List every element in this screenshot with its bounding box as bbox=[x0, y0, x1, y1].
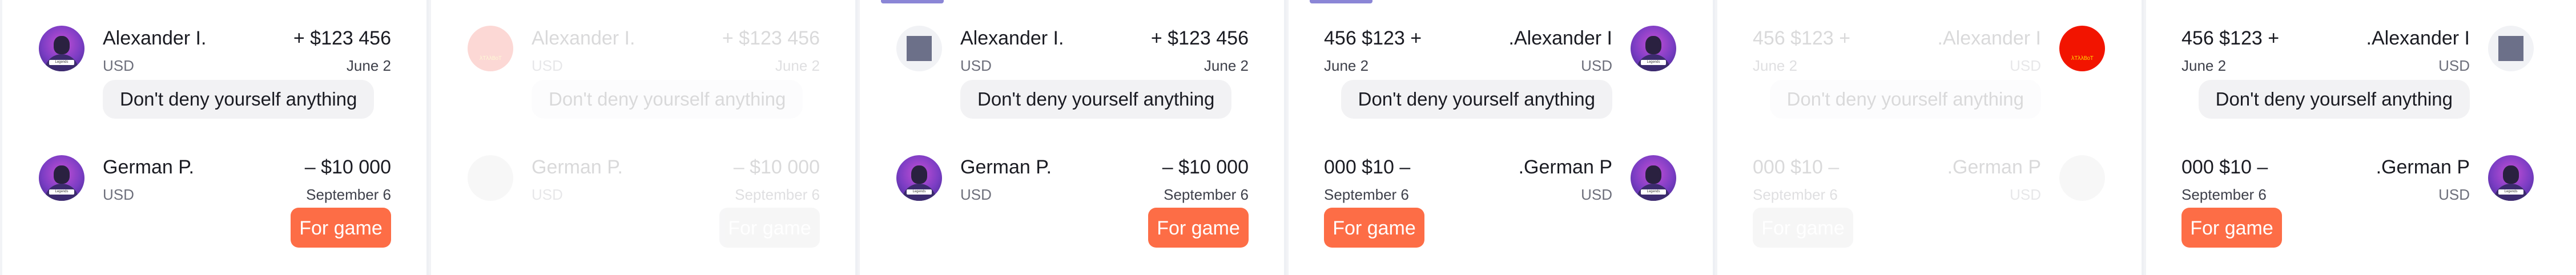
sender-name: .German P bbox=[1947, 156, 2041, 178]
amount: 456 $123 + bbox=[1324, 27, 1422, 49]
sender-name: Alexander I. bbox=[532, 27, 635, 49]
for-game-button[interactable]: For game bbox=[1324, 208, 1424, 248]
avatar-placeholder bbox=[468, 155, 513, 201]
amount: 000 $10 – bbox=[2181, 156, 2268, 178]
transaction-card-ltr-photo: Legends Alexander I. USD + $123 456 June… bbox=[0, 0, 426, 275]
amount: + $123 456 bbox=[722, 27, 820, 49]
date: September 6 bbox=[1324, 186, 1409, 203]
message-bubble: Don't deny yourself anything bbox=[960, 80, 1232, 119]
date: June 2 bbox=[775, 57, 820, 74]
date: June 2 bbox=[1753, 57, 1798, 74]
sender-name: .Alexander I bbox=[1937, 27, 2041, 49]
transaction-card-rtl-disabled: 456 $123 + June 2 .Alexander I USD Don't… bbox=[1715, 0, 2142, 275]
amount: + $123 456 bbox=[293, 27, 391, 49]
sender-name: German P. bbox=[960, 156, 1052, 178]
avatar: Legends bbox=[1631, 155, 1676, 201]
avatar: Legends bbox=[896, 155, 942, 201]
message-bubble: Don't deny yourself anything bbox=[1769, 80, 2041, 119]
sender-name: Alexander I. bbox=[960, 27, 1064, 49]
date: June 2 bbox=[1204, 57, 1249, 74]
currency-label: USD bbox=[532, 57, 563, 74]
sender-name: .Alexander I bbox=[1508, 27, 1612, 49]
date: June 2 bbox=[1324, 57, 1369, 74]
amount: – $10 000 bbox=[733, 156, 820, 178]
currency-label: USD bbox=[2010, 57, 2041, 74]
message-bubble: Don't deny yourself anything bbox=[2198, 80, 2470, 119]
currency-label: USD bbox=[2438, 57, 2470, 74]
for-game-button[interactable]: For game bbox=[719, 208, 820, 248]
for-game-button[interactable]: For game bbox=[1753, 208, 1853, 248]
currency-label: USD bbox=[103, 186, 134, 203]
amount: 456 $123 + bbox=[1753, 27, 1851, 49]
broken-image-avatar: λTλλBoT bbox=[2059, 26, 2105, 71]
date: September 6 bbox=[306, 186, 391, 203]
avatar: Legends bbox=[39, 155, 84, 201]
date: June 2 bbox=[2181, 57, 2227, 74]
for-game-button[interactable]: For game bbox=[2181, 208, 2282, 248]
transaction-card-rtl-placeholder: 456 $123 + June 2 .Alexander I USD Don't… bbox=[2144, 0, 2576, 275]
message-bubble: Don't deny yourself anything bbox=[103, 80, 375, 119]
preview-strip: Legends Alexander I. USD + $123 456 June… bbox=[0, 0, 2576, 275]
avatar: Legends bbox=[2488, 155, 2534, 201]
placeholder-avatar bbox=[2488, 26, 2534, 71]
amount: 456 $123 + bbox=[2181, 27, 2280, 49]
currency-label: USD bbox=[2438, 186, 2470, 203]
for-game-button[interactable]: For game bbox=[291, 208, 391, 248]
sender-name: Alexander I. bbox=[103, 27, 207, 49]
avatar: Legends bbox=[39, 26, 84, 71]
broken-image-avatar: λTλλBoT bbox=[468, 26, 513, 71]
amount: – $10 000 bbox=[304, 156, 391, 178]
transaction-card-ltr-placeholder: Alexander I. USD + $123 456 June 2 Don't… bbox=[858, 0, 1284, 275]
placeholder-avatar bbox=[896, 26, 942, 71]
sender-name: .German P bbox=[2376, 156, 2470, 178]
avatar: Legends bbox=[1631, 26, 1676, 71]
sender-name: German P. bbox=[103, 156, 195, 178]
date: September 6 bbox=[2181, 186, 2267, 203]
for-game-button[interactable]: For game bbox=[1148, 208, 1249, 248]
amount: + $123 456 bbox=[1150, 27, 1249, 49]
currency-label: USD bbox=[1581, 186, 1612, 203]
currency-label: USD bbox=[1581, 57, 1612, 74]
date: September 6 bbox=[1164, 186, 1249, 203]
date: September 6 bbox=[735, 186, 820, 203]
currency-label: USD bbox=[103, 57, 134, 74]
amount: – $10 000 bbox=[1162, 156, 1249, 178]
avatar-placeholder bbox=[2059, 155, 2105, 201]
date: September 6 bbox=[1753, 186, 1838, 203]
currency-label: USD bbox=[960, 186, 992, 203]
message-bubble: Don't deny yourself anything bbox=[532, 80, 803, 119]
message-bubble: Don't deny yourself anything bbox=[1341, 80, 1612, 119]
currency-label: USD bbox=[532, 186, 563, 203]
amount: 000 $10 – bbox=[1324, 156, 1411, 178]
transaction-card-ltr-disabled: λTλλBoT Alexander I. USD + $123 456 June… bbox=[429, 0, 855, 275]
sender-name: German P. bbox=[532, 156, 623, 178]
transaction-card-rtl-photo: 456 $123 + June 2 .Alexander I USD Legen… bbox=[1286, 0, 1713, 275]
amount: 000 $10 – bbox=[1753, 156, 1840, 178]
sender-name: .German P bbox=[1518, 156, 1612, 178]
currency-label: USD bbox=[2010, 186, 2041, 203]
sender-name: .Alexander I bbox=[2366, 27, 2470, 49]
currency-label: USD bbox=[960, 57, 992, 74]
date: June 2 bbox=[346, 57, 391, 74]
